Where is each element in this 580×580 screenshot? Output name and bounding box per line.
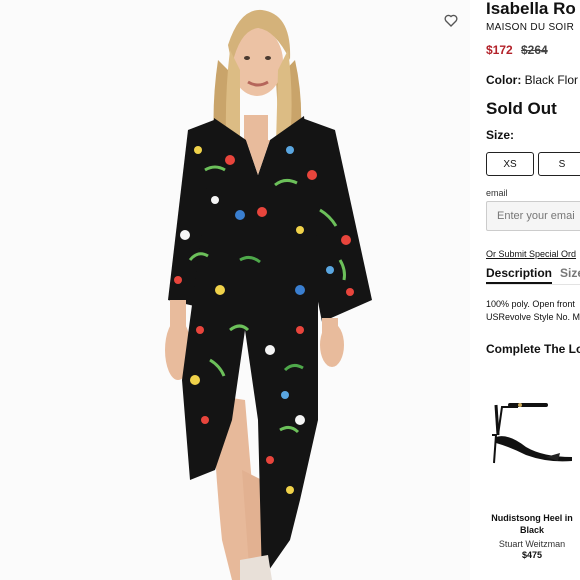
product-card-name-line: Nudistsong Heel in: [491, 513, 573, 523]
tab-size[interactable]: Size: [560, 266, 580, 280]
size-option-xs[interactable]: XS: [486, 152, 534, 176]
special-order-link[interactable]: Or Submit Special Ord: [486, 249, 576, 259]
complete-the-look-heading: Complete The Lo: [486, 342, 580, 356]
heart-outline-icon[interactable]: [443, 12, 459, 28]
color-row: Color: Black Flor: [486, 73, 578, 87]
color-value: Black Flor: [524, 73, 579, 87]
description-text: 100% poly. Open front USRevolve Style No…: [486, 298, 580, 324]
sold-out-status: Sold Out: [486, 99, 557, 118]
tab-description[interactable]: Description: [486, 266, 553, 284]
email-input[interactable]: [486, 201, 580, 231]
product-brand[interactable]: MAISON DU SOIR: [486, 22, 574, 33]
model-dress-illustration: [165, 9, 372, 580]
tabs-divider: [486, 284, 580, 285]
size-label: Size:: [486, 128, 515, 142]
original-price: $264: [521, 43, 548, 57]
email-label: email: [486, 188, 508, 198]
heel-product-image[interactable]: [488, 395, 578, 470]
product-card-name-line: Black: [519, 525, 545, 535]
description-line: 100% poly. Open front: [486, 299, 575, 309]
product-card-price: $475: [521, 550, 543, 560]
product-title: Isabella Ro: [486, 0, 576, 18]
sale-price: $172: [486, 43, 513, 57]
product-image[interactable]: [0, 0, 470, 580]
size-option-s[interactable]: S: [538, 152, 580, 176]
description-line: USRevolve Style No. M: [486, 312, 580, 322]
color-label: Color:: [486, 73, 522, 87]
product-card-brand: Stuart Weitzman: [498, 539, 566, 549]
product-card-name[interactable]: Nudistsong Heel in Black: [484, 512, 580, 536]
